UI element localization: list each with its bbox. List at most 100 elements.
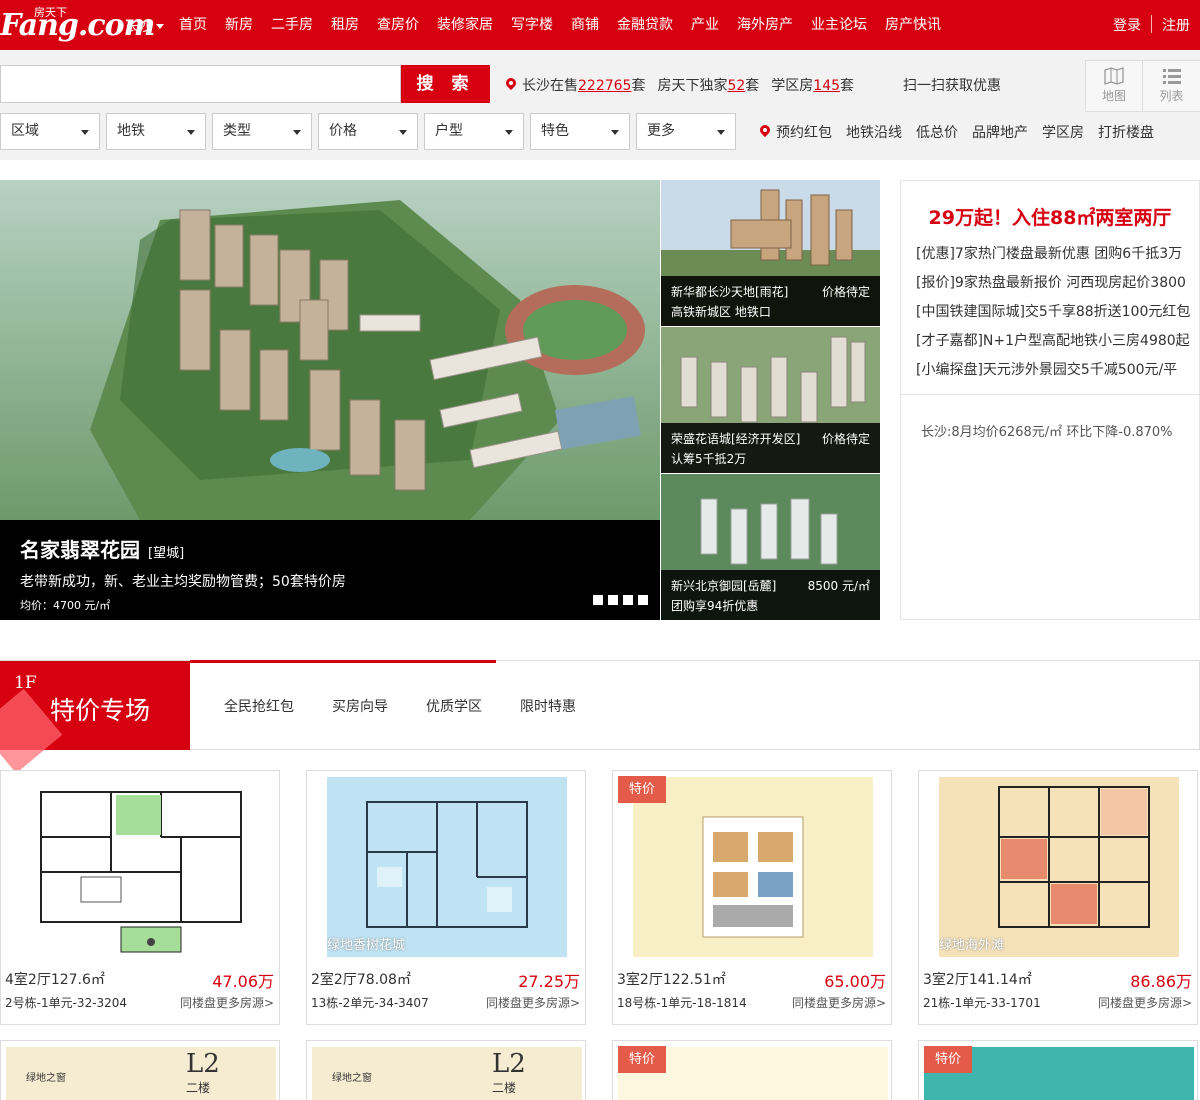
listing-layout-area[interactable]: 3室2厅122.51㎡: [617, 969, 726, 989]
listing-price: 65.00万: [824, 972, 886, 991]
thumb-caption: 荣盛花语城[经济开发区] 认筹5千抵2万 价格待定: [661, 423, 880, 473]
average-price-note: 长沙:8月均价6268元/㎡ 环比下降-0.870%: [921, 425, 1173, 440]
nav-item-11[interactable]: 业主论坛: [802, 0, 876, 50]
promo-headline[interactable]: 29万起！入住88㎡两室两厅: [901, 203, 1199, 230]
filter-dropdown-3[interactable]: 价格: [318, 113, 418, 150]
floor-plan-image: [327, 777, 567, 957]
map-view-button[interactable]: 地图: [1086, 61, 1143, 111]
quick-link-1[interactable]: 地铁沿线: [846, 122, 902, 142]
listing-card[interactable]: 4室2厅127.6㎡ 47.06万 2号栋-1单元-32-3204 同楼盘更多房源>: [0, 770, 280, 1025]
hero-carousel[interactable]: 名家翡翠花园 [望城] 老带新成功，新、老业主均奖励物管费；50套特价房 均价：4…: [0, 180, 660, 620]
stat-on-sale-count[interactable]: 222765: [578, 78, 631, 94]
listing-card[interactable]: 绿地海外滩 3室2厅141.14㎡ 86.86万 21栋-1单元-33-1701 同楼盘…: [918, 770, 1198, 1025]
city-selector[interactable]: 长沙: [126, 16, 164, 35]
special-price-badge: 特价: [924, 1046, 972, 1073]
divider: [1151, 15, 1152, 33]
listing-image: 绿地之窗 L2 二楼: [312, 1047, 582, 1100]
nav-item-1[interactable]: 新房: [216, 0, 262, 50]
nav-item-12[interactable]: 房产快讯: [876, 0, 950, 50]
listing-card[interactable]: 特价: [612, 1040, 892, 1100]
list-icon: [1162, 69, 1181, 84]
filter-dropdown-4[interactable]: 户型: [424, 113, 524, 150]
promo-item[interactable]: [报价]9家热盘最新报价 河西现房起价3800: [916, 269, 1191, 298]
listing-unit-address: 2号栋-1单元-32-3204: [5, 996, 128, 1010]
list-view-button[interactable]: 列表: [1143, 61, 1200, 111]
listing-image[interactable]: [633, 777, 873, 957]
top-nav-bar: Fang.com 房天下 长沙 首页 新房 二手房 租房 查房价 装修家居 写字楼 商铺 金融贷…: [0, 0, 1200, 50]
search-button[interactable]: 搜 索: [401, 65, 490, 103]
filter-dropdown-0[interactable]: 区域: [0, 113, 100, 150]
nav-item-9[interactable]: 产业: [682, 0, 728, 50]
divider: [901, 394, 1199, 395]
filter-dropdown-2[interactable]: 类型: [212, 113, 312, 150]
thumb-card[interactable]: 荣盛花语城[经济开发区] 认筹5千抵2万 价格待定: [661, 327, 880, 473]
filter-dropdown-5[interactable]: 特色: [530, 113, 630, 150]
floor-plan-image: [633, 777, 873, 957]
listing-card[interactable]: 绿地之窗 L2 二楼: [306, 1040, 586, 1100]
listing-card[interactable]: 绿地之窗 L2 二楼: [0, 1040, 280, 1100]
stat-school-count[interactable]: 145: [813, 78, 840, 94]
floor-number: 1F: [14, 673, 37, 693]
more-listings-link[interactable]: 同楼盘更多房源>: [180, 994, 274, 1011]
more-listings-link[interactable]: 同楼盘更多房源>: [792, 994, 886, 1011]
fang-logo[interactable]: Fang.com 房天下: [0, 2, 155, 46]
location-pin-icon: [760, 125, 770, 138]
more-listings-link[interactable]: 同楼盘更多房源>: [1098, 994, 1192, 1011]
promo-item[interactable]: [优惠]7家热门楼盘最新优惠 团购6千抵3万: [916, 240, 1191, 269]
search-input[interactable]: [0, 65, 401, 103]
featured-thumbnails: 新华都长沙天地[雨花] 高铁新城区 地铁口 价格待定 荣盛花语城[经济开发区] 认筹5…: [661, 180, 880, 620]
floor-plan-image: [21, 777, 261, 957]
listing-card[interactable]: 绿地香树花城 2室2厅78.08㎡ 27.25万 13栋-2单元-34-3407 同楼盘…: [306, 770, 586, 1025]
account-links: 登录 注册: [1113, 15, 1190, 35]
nav-item-8[interactable]: 金融贷款: [608, 0, 682, 50]
nav-item-10[interactable]: 海外房产: [728, 0, 802, 50]
stat-exclusive: 房天下独家52套: [657, 78, 760, 94]
scan-qr-link[interactable]: 扫一扫获取优惠: [903, 75, 1001, 95]
floor-sub: 二楼: [186, 1081, 211, 1095]
listing-layout-area[interactable]: 4室2厅127.6㎡: [5, 969, 105, 989]
carousel-dot-1[interactable]: [593, 595, 603, 605]
login-link[interactable]: 登录: [1113, 15, 1141, 35]
listing-image[interactable]: [21, 777, 261, 957]
floor-badge: 1F 特价专场: [0, 661, 190, 774]
thumb-card[interactable]: 新兴北京御园[岳麓] 团购享94折优惠 8500 元/㎡: [661, 474, 880, 620]
listing-card[interactable]: 特价: [918, 1040, 1198, 1100]
floor-tab-3[interactable]: 限时特惠: [520, 696, 576, 716]
filter-dropdown-1[interactable]: 地铁: [106, 113, 206, 150]
carousel-dot-3[interactable]: [623, 595, 633, 605]
quick-link-2[interactable]: 低总价: [916, 122, 958, 142]
floor-tab-1[interactable]: 买房向导: [332, 696, 388, 716]
listing-layout-area[interactable]: 2室2厅78.08㎡: [311, 969, 411, 989]
thumb-caption: 新华都长沙天地[雨花] 高铁新城区 地铁口 价格待定: [661, 276, 880, 326]
thumb-card[interactable]: 新华都长沙天地[雨花] 高铁新城区 地铁口 价格待定: [661, 180, 880, 326]
nav-item-0[interactable]: 首页: [170, 0, 216, 50]
more-listings-link[interactable]: 同楼盘更多房源>: [486, 994, 580, 1011]
nav-item-4[interactable]: 查房价: [368, 0, 428, 50]
filter-dropdown-6[interactable]: 更多: [636, 113, 736, 150]
hero-title[interactable]: 名家翡翠花园 [望城]: [20, 534, 640, 563]
quick-link-0[interactable]: 预约红包: [776, 122, 832, 142]
listing-image[interactable]: 绿地海外滩: [939, 777, 1179, 957]
nav-item-6[interactable]: 写字楼: [502, 0, 562, 50]
quick-link-3[interactable]: 品牌地产: [972, 122, 1028, 142]
carousel-dot-2[interactable]: [608, 595, 618, 605]
promo-item[interactable]: [才子嘉都]N+1户型高配地铁小三房4980起: [916, 327, 1191, 356]
quick-link-4[interactable]: 学区房: [1042, 122, 1084, 142]
listing-layout-area[interactable]: 3室2厅141.14㎡: [923, 969, 1032, 989]
stat-exclusive-count[interactable]: 52: [727, 78, 745, 94]
nav-item-2[interactable]: 二手房: [262, 0, 322, 50]
register-link[interactable]: 注册: [1162, 15, 1190, 35]
listing-unit-address: 18号栋-1单元-18-1814: [617, 996, 747, 1010]
listing-price: 47.06万: [212, 972, 274, 991]
quick-link-5[interactable]: 打折楼盘: [1098, 122, 1154, 142]
nav-item-7[interactable]: 商铺: [562, 0, 608, 50]
carousel-dot-4[interactable]: [638, 595, 648, 605]
floor-tab-2[interactable]: 优质学区: [426, 696, 482, 716]
promo-item[interactable]: [小编探盘]天元涉外景园交5千减500元/平: [916, 356, 1191, 385]
promo-item[interactable]: [中国铁建国际城]交5千享88折送100元红包: [916, 298, 1191, 327]
nav-item-5[interactable]: 装修家居: [428, 0, 502, 50]
nav-item-3[interactable]: 租房: [322, 0, 368, 50]
floor-tab-0[interactable]: 全民抢红包: [224, 696, 294, 716]
listing-card[interactable]: 特价 3室2厅122.51㎡ 65.00万 18号栋-1单元-18-1814 同楼盘更多…: [612, 770, 892, 1025]
listing-image[interactable]: 绿地香树花城: [327, 777, 567, 957]
